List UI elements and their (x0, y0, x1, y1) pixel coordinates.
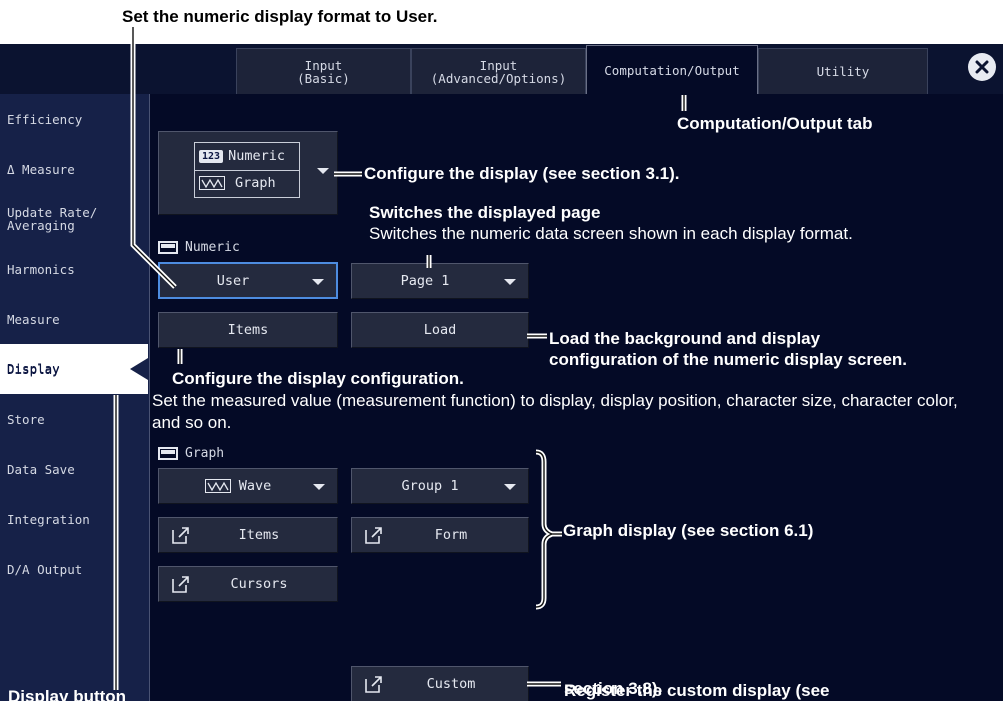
sidebar-item-label: D/A Output (7, 561, 83, 577)
numeric-123-icon: 123 (199, 149, 224, 163)
annotation-graph-display: Graph display (see section 6.1) (563, 521, 814, 540)
annotation-switch-page-desc: Switches the numeric data screen shown i… (369, 224, 853, 243)
page-select-value: Page 1 (400, 273, 450, 289)
chevron-down-icon (504, 279, 516, 285)
annotation-config-desc: Set the measured value (measurement func… (152, 391, 958, 432)
tab-computation-output-label: Computation/Output (604, 63, 740, 78)
popup-window-icon (172, 576, 189, 593)
group-select-value: Group 1 (401, 478, 459, 494)
tab-utility-label: Utility (816, 64, 870, 79)
tab-bar: Input (Basic) Input (Advanced/Options) Com… (0, 44, 1003, 95)
divider (195, 170, 299, 171)
sidebar-item-efficiency[interactable]: Efficiency (0, 94, 149, 144)
sidebar-item-update-rate[interactable]: Update Rate/ Averaging (0, 194, 115, 244)
custom-button[interactable]: Custom (351, 666, 529, 701)
popup-window-icon (365, 676, 382, 693)
sidebar-item-label: Harmonics (7, 261, 75, 277)
sidebar-item-label: Data Save (7, 461, 75, 477)
sidebar-item-integration[interactable]: Integration (0, 494, 149, 544)
annotation-configure-display: Configure the display (see section 3.1). (364, 164, 680, 183)
numeric-section-label: Numeric (185, 240, 240, 255)
tab-input-basic-line1: Input (304, 57, 343, 73)
annotation-numeric-format: Set the numeric display format to User. (122, 7, 438, 26)
annotation-computation-tab: Computation/Output tab (677, 114, 873, 133)
group-select[interactable]: Group 1 (351, 468, 529, 504)
sidebar-item-data-save[interactable]: Data Save (0, 444, 149, 494)
numeric-items-label: Items (227, 322, 269, 338)
wave-icon (199, 176, 225, 190)
graph-section-header: Graph (158, 446, 224, 461)
load-label: Load (423, 322, 457, 338)
form-button[interactable]: Form (351, 517, 529, 553)
page-select[interactable]: Page 1 (351, 263, 529, 299)
graph-section-label: Graph (185, 446, 225, 461)
sidebar-item-label: Store (7, 411, 45, 427)
load-button[interactable]: Load (351, 312, 529, 348)
graph-type-value: Wave (238, 478, 272, 494)
annotation-display-button: Display button (8, 687, 127, 701)
custom-label: Custom (426, 676, 476, 692)
chevron-down-icon (317, 168, 329, 174)
chevron-down-icon (504, 484, 516, 490)
wave-icon (204, 479, 231, 493)
close-button[interactable] (968, 53, 996, 81)
tab-utility[interactable]: Utility (758, 48, 928, 94)
popup-window-icon (365, 527, 382, 544)
annotation-config-title: Configure the display configuration. (172, 369, 464, 388)
tab-input-advanced-line2: (Advanced/Options) (430, 70, 567, 86)
graph-items-label: Items (238, 527, 280, 543)
sidebar-item-label: Display (7, 361, 60, 377)
sidebar-item-measure[interactable]: Measure (0, 294, 149, 344)
sidebar-item-label: Efficiency (7, 111, 83, 127)
sidebar-item-label: Update Rate/ Averaging (7, 205, 98, 233)
cursors-button[interactable]: Cursors (158, 566, 338, 602)
tab-input-advanced[interactable]: Input (Advanced/Options) (411, 48, 586, 94)
numeric-format-value: User (216, 272, 250, 289)
tab-input-basic-line2: (Basic) (297, 70, 350, 86)
chevron-down-icon (312, 279, 324, 285)
cursors-label: Cursors (230, 576, 288, 592)
sidebar-item-harmonics[interactable]: Harmonics (0, 244, 149, 294)
form-label: Form (434, 527, 468, 543)
sidebar-item-da-output[interactable]: D/A Output (0, 544, 149, 594)
popup-window-icon (172, 527, 189, 544)
annotation-custom-line2: section 3.8). (564, 679, 663, 698)
numeric-format-select[interactable]: User (158, 262, 338, 299)
graph-option-label: Graph (235, 175, 276, 191)
annotation-load-line1: Load the background and display (549, 329, 821, 348)
sidebar-item-label: Integration (7, 511, 90, 527)
numeric-section-icon (158, 241, 178, 254)
graph-option: Graph (199, 175, 276, 191)
sidebar-item-delta-measure[interactable]: Δ Measure (0, 144, 149, 194)
chevron-down-icon (313, 484, 325, 490)
sidebar-item-label: Δ Measure (7, 161, 75, 177)
numeric-items-button[interactable]: Items (158, 312, 338, 348)
close-icon (975, 60, 989, 74)
sidebar-item-store[interactable]: Store (0, 394, 149, 444)
tab-input-advanced-line1: Input (479, 57, 518, 73)
device-screen: Input (Basic) Input (Advanced/Options) Com… (0, 44, 1003, 701)
graph-type-select[interactable]: Wave (158, 468, 338, 504)
display-mode-button[interactable]: 123 Numeric Graph (158, 131, 338, 215)
display-mode-icon-box: 123 Numeric Graph (194, 142, 300, 198)
tab-input-basic[interactable]: Input (Basic) (236, 48, 411, 94)
annotation-switch-page-title: Switches the displayed page (369, 203, 601, 222)
sidebar: Efficiency Δ Measure Update Rate/ Averag… (0, 94, 149, 701)
graph-items-button[interactable]: Items (158, 517, 338, 553)
annotation-load-line2: configuration of the numeric display scr… (549, 350, 908, 369)
numeric-section-header: Numeric (158, 240, 240, 255)
graph-section-icon (158, 447, 178, 460)
tab-computation-output[interactable]: Computation/Output (586, 45, 758, 95)
sidebar-item-label: Measure (7, 311, 60, 327)
numeric-option-label: Numeric (228, 148, 285, 164)
numeric-option: 123 Numeric (199, 148, 285, 164)
